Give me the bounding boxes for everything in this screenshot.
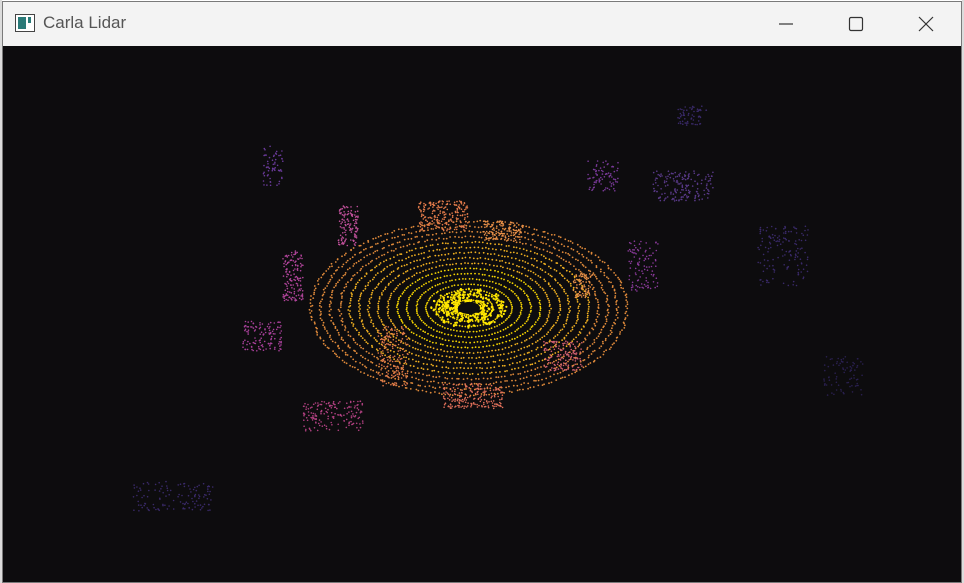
- title-bar[interactable]: Carla Lidar: [3, 2, 961, 46]
- lidar-pointcloud-canvas[interactable]: [3, 46, 961, 582]
- lidar-window: Carla Lidar: [2, 1, 962, 583]
- minimize-button[interactable]: [751, 2, 821, 46]
- pointcloud-view: [132, 105, 864, 512]
- minimize-icon: [779, 23, 793, 25]
- close-button[interactable]: [891, 2, 961, 46]
- maximize-button[interactable]: [821, 2, 891, 46]
- app-window-icon: [15, 14, 35, 32]
- window-title: Carla Lidar: [43, 13, 127, 32]
- maximize-icon: [848, 16, 864, 32]
- close-icon: [918, 16, 934, 32]
